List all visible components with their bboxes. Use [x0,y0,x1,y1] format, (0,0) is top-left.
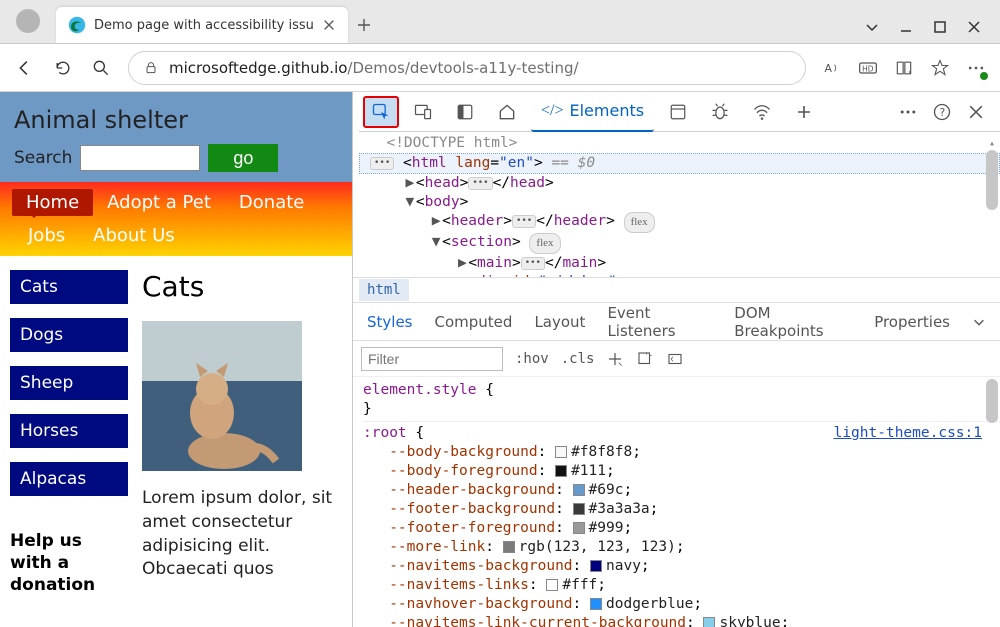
new-tab-button[interactable] [348,7,380,43]
devtools-more-icon[interactable] [898,102,918,122]
sidebar-sheep[interactable]: Sheep [10,366,128,400]
profile-icon[interactable] [16,9,40,33]
search-icon[interactable] [90,57,112,79]
maximize-icon[interactable] [932,19,948,35]
styles-tabs: Styles Computed Layout Event Listeners D… [353,303,1000,341]
read-aloud-icon[interactable]: A [822,58,842,78]
devtools-tabs: </>Elements ? [359,92,1000,132]
address-bar: microsoftedge.github.io/Demos/devtools-a… [0,44,1000,92]
css-var-row[interactable]: --navitems-background: navy; [363,557,1000,576]
hd-icon[interactable]: HD [858,58,878,78]
nav-donate[interactable]: Donate [225,189,318,216]
lock-icon [143,60,159,76]
donation-help-text: Help us with a donation [10,530,128,596]
edge-favicon-icon [68,16,86,34]
css-var-row[interactable]: --body-background: #f8f8f8; [363,443,1000,462]
url-text: microsoftedge.github.io/Demos/devtools-a… [169,59,579,77]
styles-scrollbar[interactable] [986,379,998,569]
css-var-row[interactable]: --header-background: #69c; [363,481,1000,500]
sidebar-horses[interactable]: Horses [10,414,128,448]
computed-tab[interactable]: Computed [435,313,513,331]
search-go-button[interactable]: go [208,144,278,172]
close-icon[interactable] [966,19,982,35]
styles-pane[interactable]: element.style {} light-theme.css:1 :root… [353,377,1000,627]
new-style-icon[interactable] [606,350,624,368]
reader-icon[interactable] [894,58,914,78]
nav-about[interactable]: About Us [79,222,189,249]
flex-tool-icon[interactable] [666,350,684,368]
back-icon[interactable] [14,57,36,79]
nav-home[interactable]: Home [12,189,93,216]
page-title: Animal shelter [14,106,338,134]
minimize-icon[interactable] [898,19,914,35]
dom-breakpoints-tab[interactable]: DOM Breakpoints [734,304,852,340]
tab-close-icon[interactable] [322,18,336,32]
css-var-row[interactable]: --body-foreground: #111; [363,462,1000,481]
favorite-icon[interactable] [930,58,950,78]
inspect-element-icon[interactable] [363,96,399,128]
browser-tab[interactable]: Demo page with accessibility issu [56,7,348,43]
sidebar-dogs[interactable]: Dogs [10,318,128,352]
more-icon[interactable] [966,58,986,78]
add-tab-icon[interactable] [786,96,822,128]
url-box[interactable]: microsoftedge.github.io/Demos/devtools-a… [128,51,806,85]
crumb-html[interactable]: html [359,279,409,301]
css-var-row[interactable]: --navitems-links: #fff; [363,576,1000,595]
styles-tab[interactable]: Styles [367,313,413,331]
welcome-tab-icon[interactable] [489,96,525,128]
sidebar-alpacas[interactable]: Alpacas [10,462,128,496]
properties-tab[interactable]: Properties [874,313,950,331]
help-icon[interactable]: ? [932,102,952,122]
event-listeners-tab[interactable]: Event Listeners [607,304,712,340]
hov-toggle[interactable]: :hov [515,351,549,367]
css-var-row[interactable]: --footer-foreground: #999; [363,519,1000,538]
dom-scrollbar[interactable]: ▴ [986,134,998,270]
dom-breadcrumbs[interactable]: html [353,277,1000,303]
page-viewport: Animal shelter Search go Home Adopt a Pe… [0,92,352,627]
dock-icon[interactable] [447,96,483,128]
elements-tab[interactable]: </>Elements [531,92,654,132]
search-label: Search [14,148,72,168]
svg-text:?: ? [940,106,946,119]
css-var-row[interactable]: --more-link: rgb(123, 123, 123); [363,538,1000,557]
tab-title: Demo page with accessibility issu [94,18,314,33]
device-toggle-icon[interactable] [405,96,441,128]
main-heading: Cats [142,270,342,303]
app-tab-icon[interactable] [660,96,696,128]
refresh-icon[interactable] [52,57,74,79]
svg-text:HD: HD [862,64,874,73]
chevron-down-icon[interactable] [972,315,986,329]
window-titlebar: Demo page with accessibility issu [0,0,1000,44]
search-input[interactable] [80,145,200,171]
bug-tab-icon[interactable] [702,96,738,128]
styles-toolbar: :hov .cls [353,341,1000,377]
chevron-down-icon[interactable] [864,19,880,35]
css-var-row[interactable]: --navitems-link-current-background: skyb… [363,614,1000,627]
cat-image [142,321,302,471]
dom-tree[interactable]: <!DOCTYPE html> ••• <html lang="en"> == … [353,132,1000,277]
svg-text:A: A [825,62,833,75]
nav-adopt[interactable]: Adopt a Pet [93,189,225,216]
cls-toggle[interactable]: .cls [561,351,595,367]
source-link[interactable]: light-theme.css:1 [834,424,982,443]
css-var-row[interactable]: --footer-background: #3a3a3a; [363,500,1000,519]
devtools-panel: </>Elements ? <!DOCTYPE html> ••• <html … [352,92,1000,627]
devtools-close-icon[interactable] [966,102,986,122]
layout-tool-icon[interactable] [636,350,654,368]
css-var-row[interactable]: --navhover-background: dodgerblue; [363,595,1000,614]
network-tab-icon[interactable] [744,96,780,128]
page-header: Animal shelter Search go [0,92,352,182]
main-nav: Home Adopt a Pet Donate Jobs About Us [0,182,352,256]
lorem-text: Lorem ipsum dolor, sit amet consectetur … [142,487,342,582]
sidebar-cats[interactable]: Cats [10,270,128,304]
layout-tab[interactable]: Layout [534,313,585,331]
nav-jobs[interactable]: Jobs [14,222,79,249]
ellipsis-icon[interactable]: ••• [370,157,394,170]
styles-filter-input[interactable] [361,347,503,371]
